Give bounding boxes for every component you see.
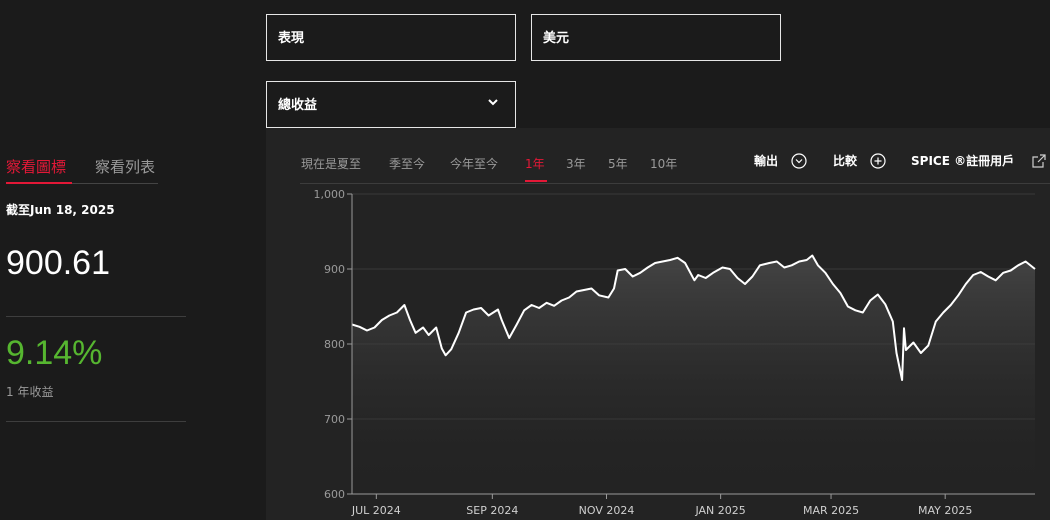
x-tick-label: MAY 2025 bbox=[918, 504, 972, 517]
return-type-select[interactable]: 總收益 bbox=[266, 81, 516, 128]
chart-panel: 現在是夏至 季至今 今年至今 1年 3年 5年 10年 輸出 比較 SPICE … bbox=[266, 128, 1050, 520]
currency-select[interactable]: 美元 bbox=[531, 14, 781, 61]
tab-view-chart[interactable]: 察看圖標 bbox=[6, 156, 66, 177]
x-tick-label: JAN 2025 bbox=[694, 504, 745, 517]
x-tick-label: NOV 2024 bbox=[579, 504, 635, 517]
chevron-down-icon bbox=[488, 99, 498, 106]
divider bbox=[6, 421, 186, 422]
return-label: 1 年收益 bbox=[6, 385, 54, 399]
currency-select-value: 美元 bbox=[543, 31, 570, 46]
y-tick-label: 1,000 bbox=[314, 188, 346, 201]
y-tick-label: 600 bbox=[324, 488, 345, 501]
x-tick-label: SEP 2024 bbox=[466, 504, 518, 517]
return-value: 9.14% bbox=[6, 334, 103, 372]
x-tick-label: MAR 2025 bbox=[803, 504, 859, 517]
performance-chart: 600 700 800 900 1,000 JUL 2024 SEP 2024 NOV 202… bbox=[314, 188, 1036, 517]
y-tick-label: 800 bbox=[324, 338, 345, 351]
index-value: 900.61 bbox=[6, 244, 110, 282]
x-tick-label: JUL 2024 bbox=[351, 504, 401, 517]
series-area bbox=[352, 255, 1035, 494]
y-tick-label: 900 bbox=[324, 263, 345, 276]
active-tab-indicator bbox=[6, 182, 72, 184]
return-type-select-value: 總收益 bbox=[278, 98, 318, 113]
as-of-date: 截至Jun 18, 2025 bbox=[6, 203, 115, 217]
divider bbox=[6, 316, 186, 317]
y-tick-label: 700 bbox=[324, 413, 345, 426]
metric-select[interactable]: 表現 bbox=[266, 14, 516, 61]
tab-view-list[interactable]: 察看列表 bbox=[95, 156, 155, 177]
metric-select-value: 表現 bbox=[278, 31, 305, 46]
